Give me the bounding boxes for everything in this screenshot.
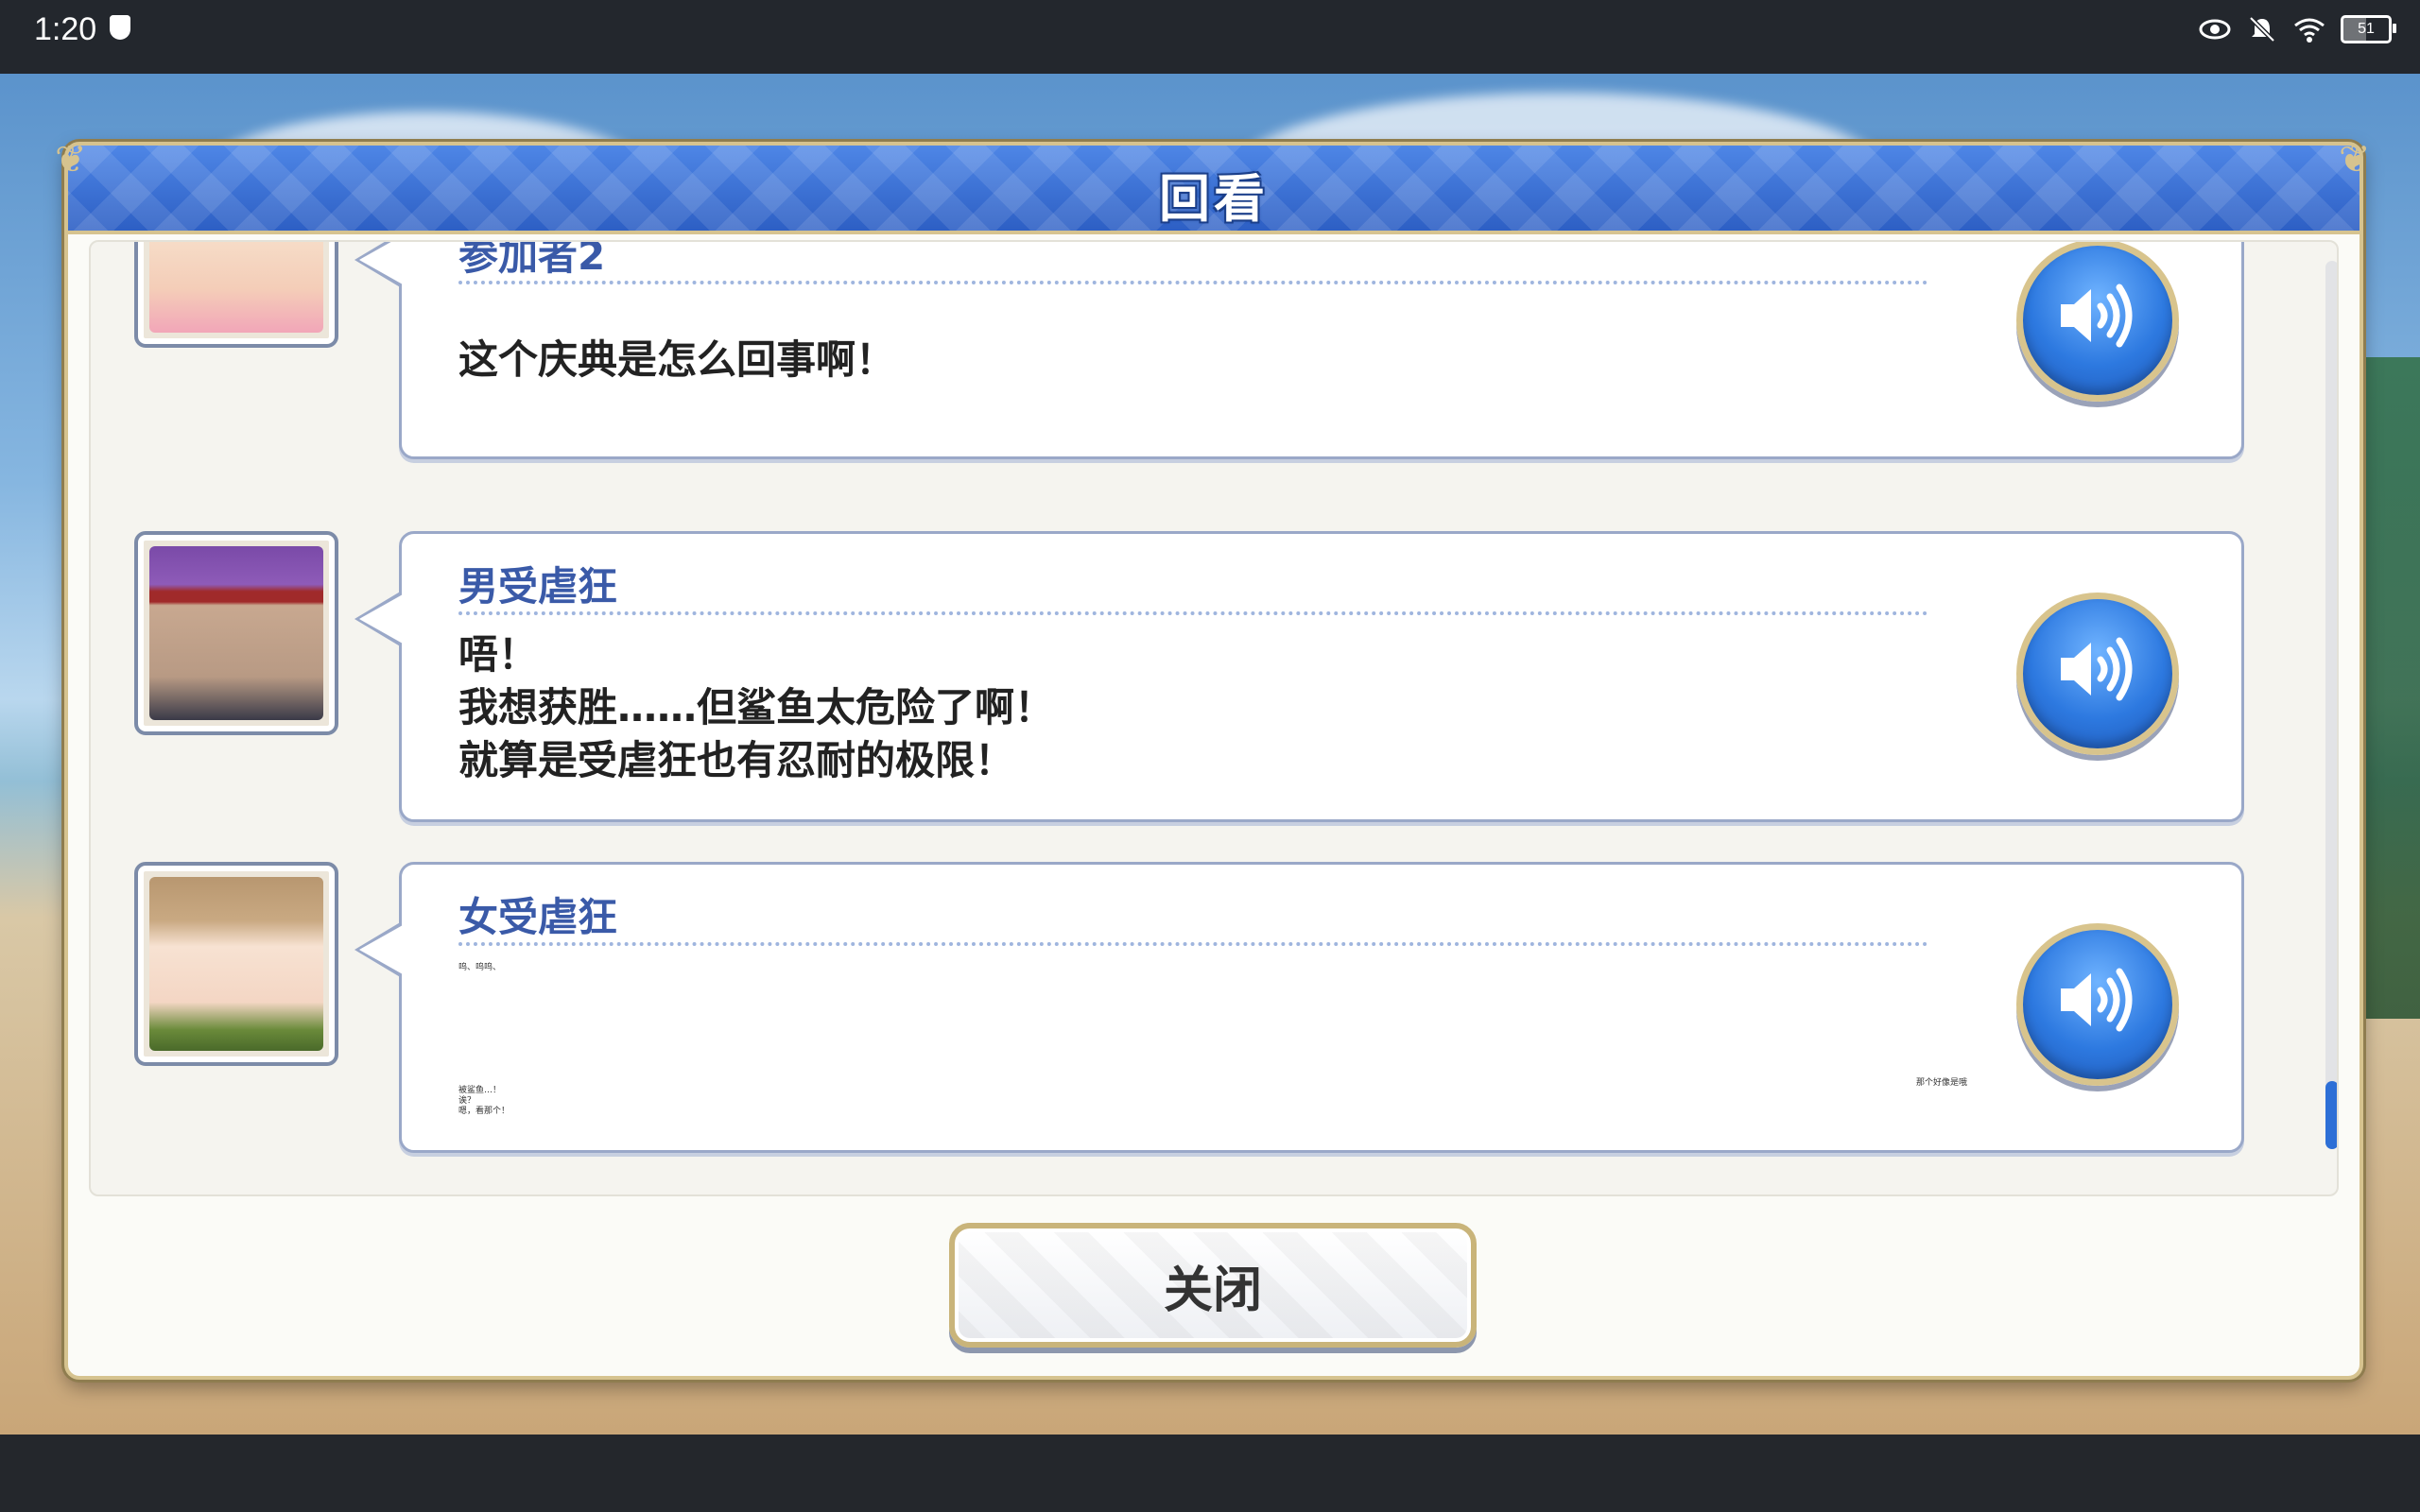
corner-ornament-icon: ❦ <box>2339 138 2371 181</box>
scrollbar-thumb[interactable] <box>2325 1081 2337 1149</box>
log-list[interactable]: 参加者2 这个庆典是怎么回事啊！ 男受虐狂 唔！ 我想获胜……但鲨鱼太危险了啊！… <box>89 240 2339 1196</box>
status-time: 1:20 <box>34 11 97 47</box>
close-button[interactable]: 关闭 <box>949 1223 1477 1348</box>
log-dialog: ❦ 回看 ❦ 参加者2 这个庆典是怎么回事啊！ 男受虐狂 唔！ 我想获胜……但鲨… <box>55 138 2371 1380</box>
side-note: 那个好像是哦 <box>1916 1078 1968 1088</box>
status-bar: 1:20 51 <box>0 0 2420 74</box>
dialog-line: 嗯，看那个！ <box>458 1107 510 1116</box>
voice-replay-button[interactable] <box>2016 923 2179 1086</box>
speaker-icon <box>2061 968 2133 1032</box>
bell-off-icon <box>2246 13 2278 45</box>
speaker-icon <box>2061 637 2133 701</box>
log-entry: 参加者2 这个庆典是怎么回事啊！ <box>91 240 2337 474</box>
voice-replay-button[interactable] <box>2016 242 2179 402</box>
speech-bubble: 男受虐狂 唔！ 我想获胜……但鲨鱼太危险了啊！ 就算是受虐狂也有忍耐的极限！ <box>354 531 2244 822</box>
status-icons: 51 <box>2199 13 2396 45</box>
dialog-line: 这个庆典是怎么回事啊！ <box>458 336 896 383</box>
wifi-icon <box>2293 13 2325 45</box>
log-entry: 男受虐狂 唔！ 我想获胜……但鲨鱼太危险了啊！ 就算是受虐狂也有忍耐的极限！ <box>91 531 2337 833</box>
avatar <box>134 862 338 1066</box>
dialog-line: 就算是受虐狂也有忍耐的极限！ <box>458 737 1015 783</box>
eye-icon <box>2199 13 2231 45</box>
shield-icon <box>110 15 130 40</box>
dialog-line: 我想获胜……但鲨鱼太危险了啊！ <box>458 684 1055 730</box>
battery-icon: 51 <box>2341 15 2396 43</box>
dialog-line: 唔！ <box>458 631 539 678</box>
log-entry: 女受虐狂 呜、呜呜、 被鲨鱼…！ 诶？ 嗯，看那个！ 那个好像是哦 <box>91 862 2337 1164</box>
speech-bubble: 参加者2 这个庆典是怎么回事啊！ <box>354 240 2244 459</box>
scrollbar[interactable] <box>2325 261 2337 1149</box>
battery-level: 51 <box>2358 21 2375 37</box>
avatar <box>134 531 338 735</box>
speaker-name: 男受虐狂 <box>458 563 618 610</box>
speaker-name: 女受虐狂 <box>458 894 618 940</box>
dialog-title: 回看 <box>1159 169 1269 229</box>
nav-bar <box>0 1435 2420 1512</box>
voice-replay-button[interactable] <box>2016 593 2179 755</box>
dialog-line: 被鲨鱼…！ <box>458 1086 502 1095</box>
dialog-line: 呜、呜呜、 <box>458 963 502 972</box>
speech-bubble: 女受虐狂 呜、呜呜、 被鲨鱼…！ 诶？ 嗯，看那个！ 那个好像是哦 <box>354 862 2244 1153</box>
dialog-header: ❦ 回看 ❦ <box>55 138 2371 234</box>
speaker-name: 参加者2 <box>458 240 606 279</box>
dialog-line: 诶？ <box>458 1096 476 1106</box>
avatar <box>134 242 338 348</box>
speaker-icon <box>2061 284 2133 348</box>
